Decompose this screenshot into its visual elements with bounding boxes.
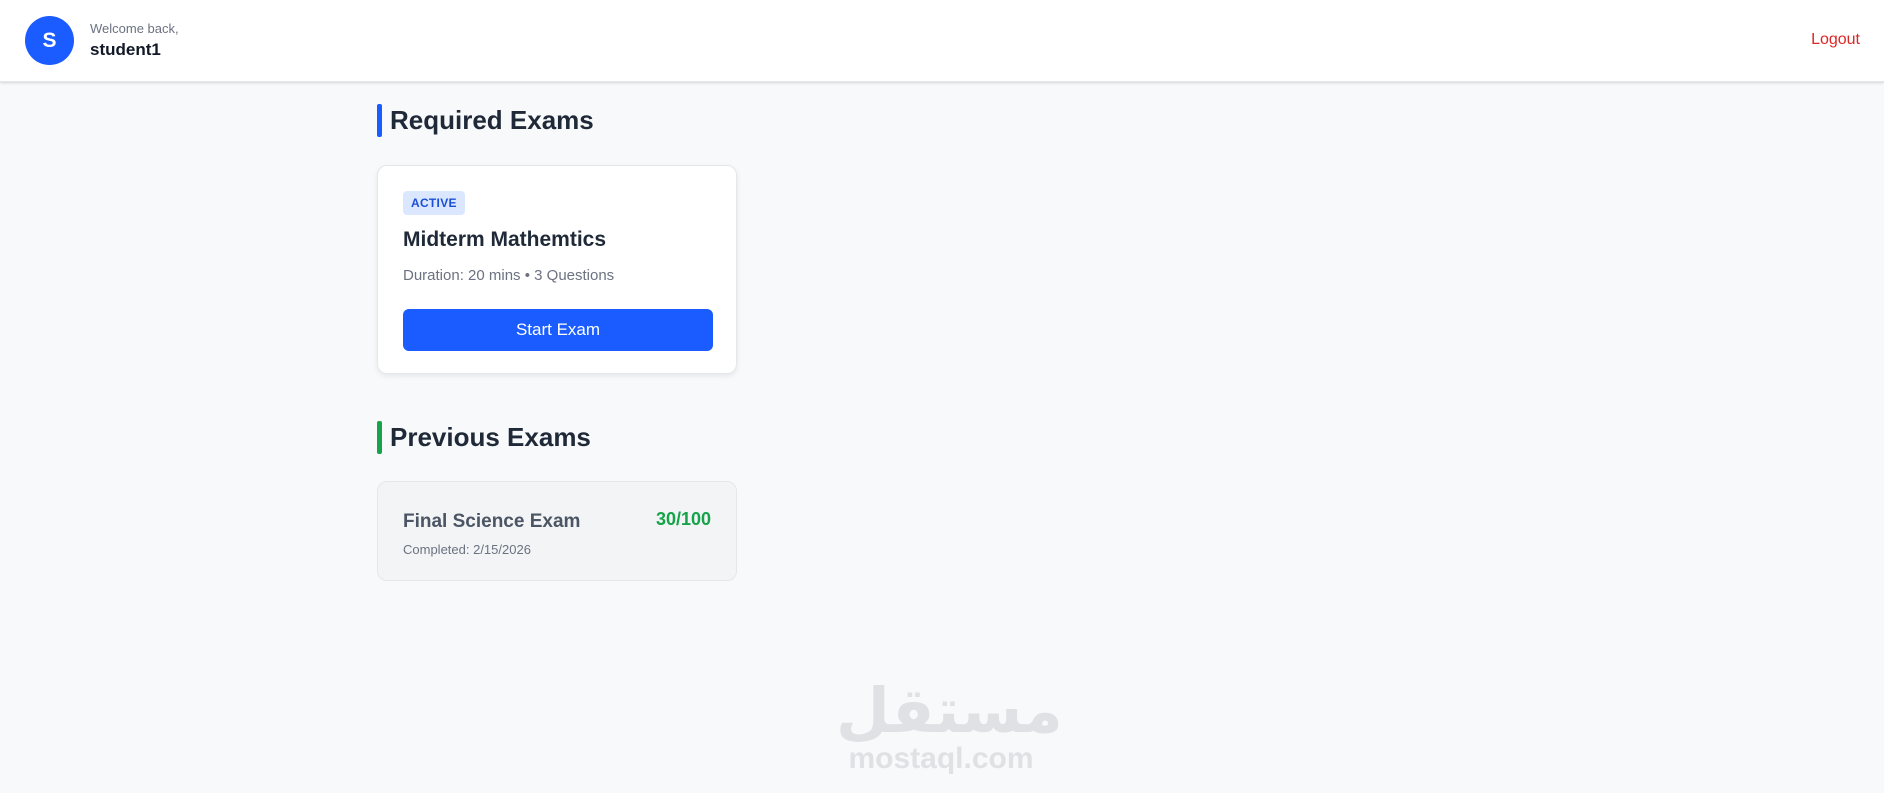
avatar: S [25, 16, 74, 65]
exam-score: 30/100 [655, 509, 711, 529]
required-exams-title: Required Exams [390, 105, 594, 135]
previous-exam-title: Final Science Exam [403, 511, 581, 532]
watermark-arabic: مستقل [836, 674, 1063, 747]
previous-exams-title: Previous Exams [390, 422, 591, 452]
required-exams-heading: Required Exams [377, 104, 594, 137]
section-accent-bar [377, 104, 382, 137]
completed-date: Completed: 2/15/2026 [403, 542, 531, 557]
section-accent-bar [377, 421, 382, 454]
exam-title: Midterm Mathemtics [403, 228, 607, 251]
status-badge: ACTIVE [403, 191, 465, 215]
watermark-latin: mostaql.com [848, 742, 1034, 775]
previous-exams-heading: Previous Exams [377, 421, 591, 454]
exam-meta: Duration: 20 mins • 3 Questions [403, 267, 615, 284]
start-exam-button[interactable]: Start Exam [403, 309, 713, 351]
exam-card: ACTIVE Midterm Mathemtics Duration: 20 m… [377, 165, 737, 374]
top-bar: S Welcome back, student1 Logout [0, 0, 1884, 82]
username: student1 [90, 40, 161, 59]
logout-button[interactable]: Logout [1811, 31, 1860, 49]
watermark-logo: مستقل mostaql.com [836, 674, 1063, 775]
welcome-text: Welcome back, [90, 21, 179, 36]
previous-exam-card: Final Science Exam Completed: 2/15/2026 … [377, 481, 737, 581]
